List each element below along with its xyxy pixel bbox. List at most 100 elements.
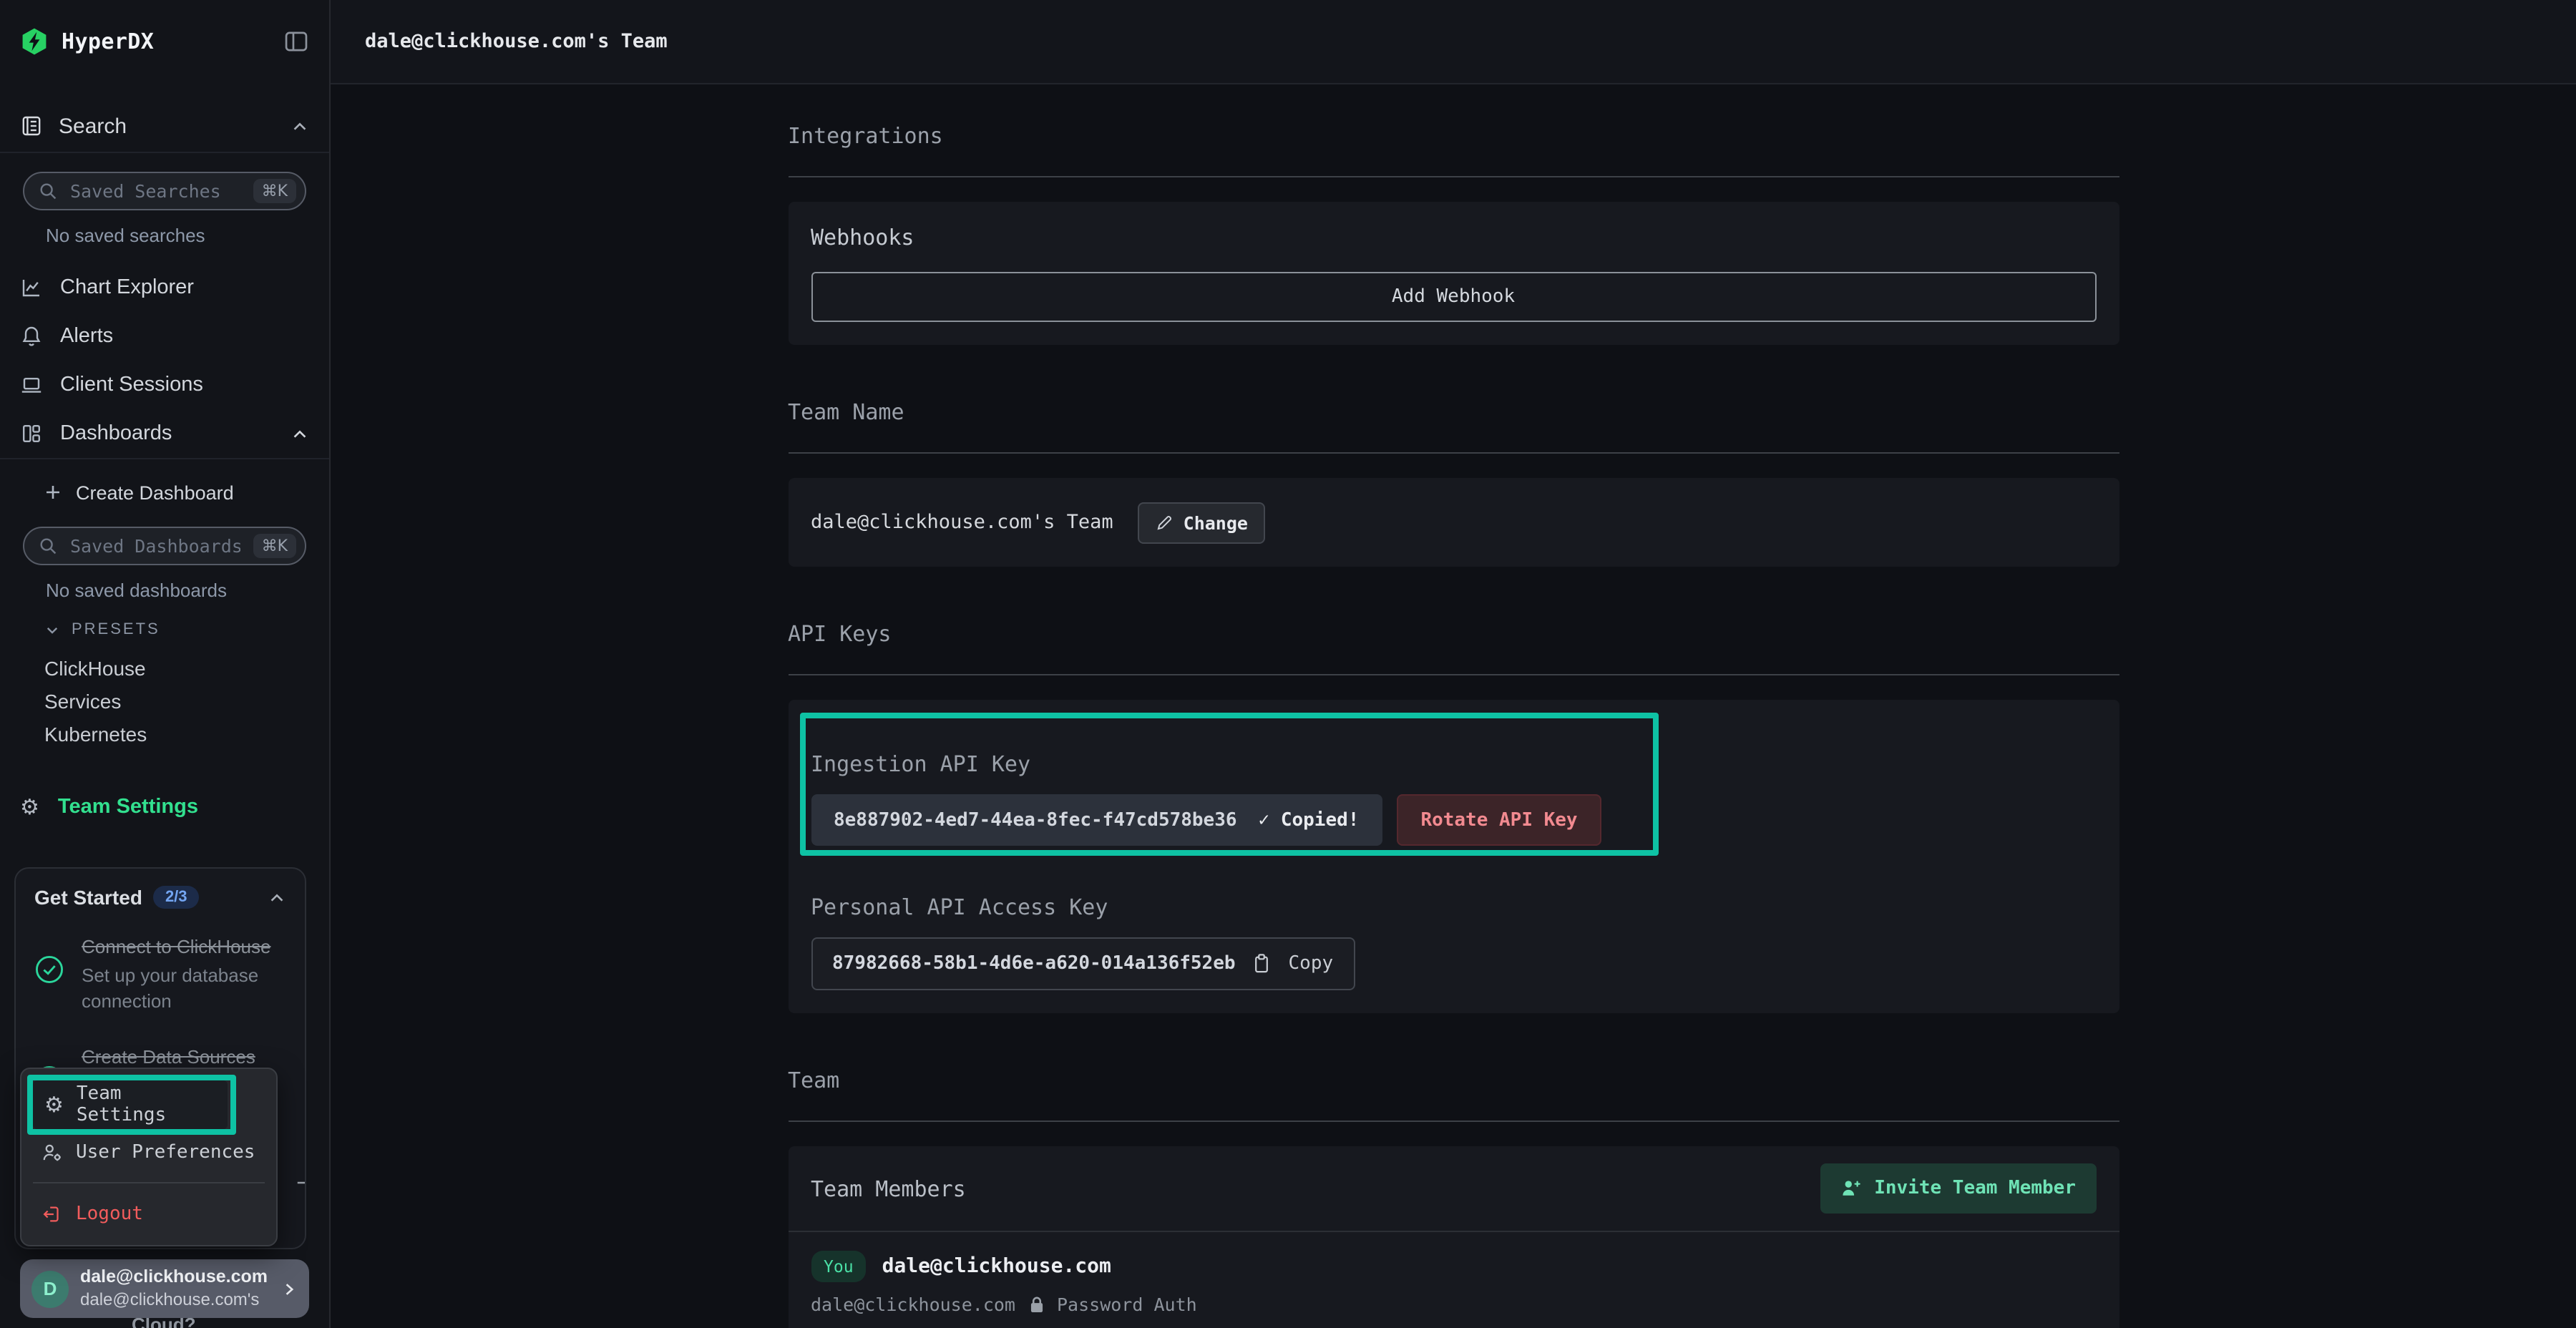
sidebar-item-alerts[interactable]: Alerts <box>0 312 329 361</box>
account-button[interactable]: D dale@clickhouse.com dale@clickhouse.co… <box>20 1259 309 1318</box>
sidebar-item-team-settings[interactable]: ⚙ Team Settings <box>0 787 329 827</box>
section-divider <box>788 176 2119 177</box>
checklist-item[interactable]: Connect to ClickHouse Set up your databa… <box>34 934 286 1013</box>
chevron-up-icon <box>291 117 309 135</box>
chevron-down-icon <box>44 622 60 638</box>
check-circle-icon <box>34 954 64 1013</box>
person-plus-icon <box>1840 1178 1861 1199</box>
checklist-title: Create Data Sources <box>82 1046 255 1068</box>
shortcut-badge: ⌘K <box>253 179 296 203</box>
menu-item-label: User Preferences <box>76 1141 255 1163</box>
get-started-header[interactable]: Get Started 2/3 <box>34 886 286 909</box>
team-member-row: You dale@clickhouse.com dale@clickhouse.… <box>788 1232 2119 1328</box>
webhooks-label: Webhooks <box>811 225 2096 250</box>
sidebar-item-search[interactable]: Search <box>0 100 329 152</box>
sidebar-toggle-icon[interactable] <box>283 29 309 54</box>
team-name-value: dale@clickhouse.com's Team <box>811 511 1113 534</box>
account-menu-popup: ⚙ Team Settings User Preferences <box>20 1068 278 1246</box>
team-members-header: Team Members Invite Team Member <box>788 1146 2119 1231</box>
rotate-api-key-button[interactable]: Rotate API Key <box>1396 794 1601 846</box>
team-heading: Team <box>788 1068 2119 1093</box>
personal-key-chip[interactable]: 87982668-58b1-4d6e-a620-014a136f52eb Cop… <box>811 937 1355 990</box>
api-keys-card: Ingestion API Key 8e887902-4ed7-44ea-8fe… <box>788 700 2119 1013</box>
sidebar: HyperDX Search <box>0 0 331 1328</box>
checklist-text: Connect to ClickHouse Set up your databa… <box>82 934 279 1013</box>
section-divider <box>788 1120 2119 1122</box>
divider <box>0 458 329 459</box>
personal-key-value: 87982668-58b1-4d6e-a620-014a136f52eb <box>832 953 1236 975</box>
arrow-right-icon <box>295 1172 306 1193</box>
laptop-icon <box>20 374 43 396</box>
saved-searches-field[interactable] <box>67 179 243 203</box>
saved-dashboards-field[interactable] <box>67 534 243 558</box>
presets-toggle[interactable]: PRESETS <box>0 615 329 644</box>
personal-key-row: 87982668-58b1-4d6e-a620-014a136f52eb Cop… <box>811 920 2096 990</box>
section-divider <box>788 452 2119 454</box>
logout-icon <box>42 1203 63 1224</box>
preset-services[interactable]: Services <box>0 684 329 717</box>
magnifier-icon <box>39 537 57 555</box>
preset-clickhouse[interactable]: ClickHouse <box>0 651 329 684</box>
integrations-heading: Integrations <box>788 123 2119 149</box>
user-gear-icon <box>42 1141 63 1163</box>
shortcut-badge: ⌘K <box>253 534 296 558</box>
team-card: Team Members Invite Team Member <box>788 1146 2119 1328</box>
pencil-icon <box>1155 513 1174 532</box>
add-webhook-button[interactable]: Add Webhook <box>811 272 2096 322</box>
gear-icon: ⚙ <box>44 1094 64 1115</box>
alerts-bell-icon <box>20 325 43 348</box>
invite-team-member-button[interactable]: Invite Team Member <box>1820 1163 2096 1214</box>
menu-item-team-settings[interactable]: ⚙ Team Settings <box>33 1080 228 1129</box>
main-area: Integrations Webhooks Add Webhook Team N… <box>331 86 2576 1328</box>
account-text: dale@clickhouse.com dale@clickhouse.com'… <box>80 1266 268 1310</box>
api-keys-heading: API Keys <box>788 621 2119 647</box>
menu-item-logout[interactable]: Logout <box>30 1191 268 1236</box>
page-title: dale@clickhouse.com's Team <box>365 30 668 53</box>
copy-label: Copy <box>1289 953 1334 975</box>
preset-kubernetes[interactable]: Kubernetes <box>0 717 329 750</box>
dashboards-grid-icon <box>20 422 43 445</box>
sidebar-item-client-sessions[interactable]: Client Sessions <box>0 361 329 409</box>
create-dashboard-label: Create Dashboard <box>76 482 234 503</box>
member-auth-email: dale@clickhouse.com <box>811 1294 1015 1315</box>
account-subtitle: dale@clickhouse.com's <box>80 1289 268 1311</box>
menu-item-label: Logout <box>76 1203 143 1224</box>
sidebar-item-chart-explorer[interactable]: Chart Explorer <box>0 263 329 312</box>
ingestion-key-value: 8e887902-4ed7-44ea-8fec-f47cd578be36 <box>834 809 1237 831</box>
progress-badge: 2/3 <box>154 886 199 909</box>
search-section-icon <box>20 114 43 137</box>
team-members-label: Team Members <box>811 1176 966 1201</box>
member-identity: You dale@clickhouse.com <box>811 1251 2096 1282</box>
ingestion-key-chip[interactable]: 8e887902-4ed7-44ea-8fec-f47cd578be36 ✓ C… <box>811 794 1382 846</box>
saved-searches-input[interactable]: ⌘K <box>23 172 306 210</box>
nav-label: Client Sessions <box>60 374 203 396</box>
app-root: HyperDX Search <box>0 0 2576 1328</box>
sidebar-item-dashboards[interactable]: Dashboards <box>0 409 329 458</box>
saved-dashboards-input[interactable]: ⌘K <box>23 527 306 565</box>
ingestion-key-row: 8e887902-4ed7-44ea-8fec-f47cd578be36 ✓ C… <box>811 794 2096 846</box>
plus-icon <box>44 484 62 501</box>
you-badge: You <box>811 1251 867 1282</box>
magnifier-icon <box>39 182 57 200</box>
clipboard-icon <box>1253 953 1272 975</box>
hyperdx-logo-icon <box>20 27 49 56</box>
avatar: D <box>31 1270 69 1307</box>
member-email: dale@clickhouse.com <box>882 1255 1111 1278</box>
checklist-desc: Set up your database connection <box>82 963 279 1013</box>
lock-icon <box>1028 1295 1044 1314</box>
invite-label: Invite Team Member <box>1874 1178 2076 1199</box>
no-saved-searches-text: No saved searches <box>46 225 205 246</box>
menu-divider <box>33 1182 265 1183</box>
section-divider <box>788 674 2119 675</box>
member-auth: dale@clickhouse.com Password Auth <box>811 1294 2096 1315</box>
sidebar-header: HyperDX <box>0 0 329 83</box>
divider <box>0 152 329 153</box>
settings-content: Integrations Webhooks Add Webhook Team N… <box>788 123 2119 1328</box>
change-team-name-button[interactable]: Change <box>1138 502 1265 543</box>
account-name: dale@clickhouse.com <box>80 1266 268 1289</box>
checklist-title: Connect to ClickHouse <box>82 936 270 957</box>
top-bar: dale@clickhouse.com's Team <box>331 0 2576 84</box>
member-auth-method: Password Auth <box>1057 1294 1197 1315</box>
menu-item-user-preferences[interactable]: User Preferences <box>30 1129 268 1175</box>
create-dashboard-button[interactable]: Create Dashboard <box>0 472 329 512</box>
